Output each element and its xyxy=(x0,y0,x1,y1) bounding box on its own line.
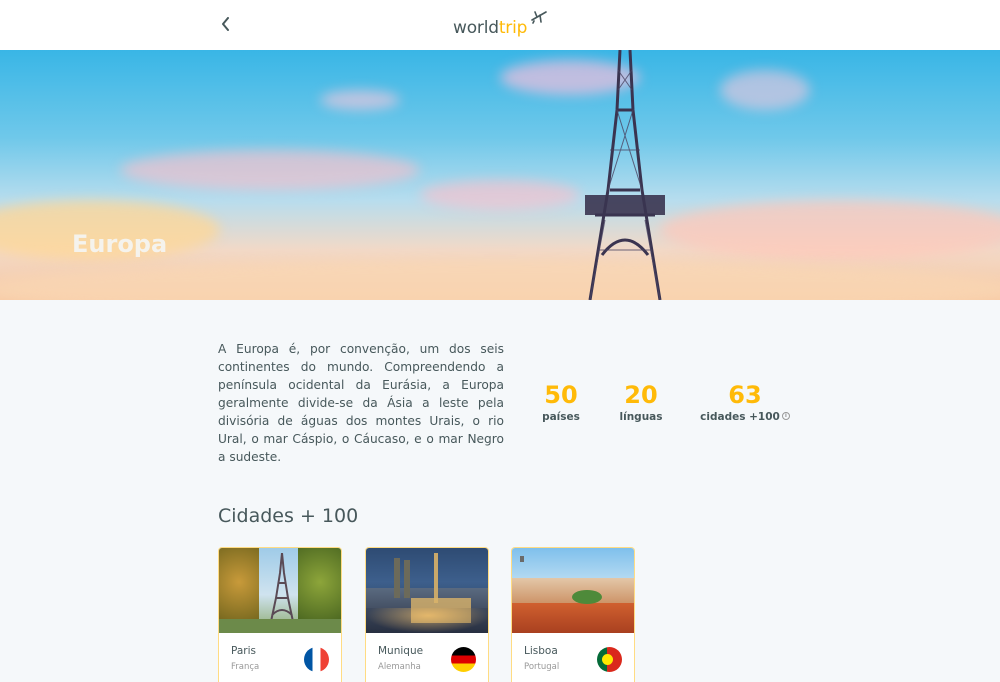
stat-value: 50 xyxy=(544,381,578,409)
stat-label: países xyxy=(542,411,580,423)
city-card-munique[interactable]: Munique Alemanha xyxy=(365,547,489,682)
worldtrip-logo[interactable]: worldtrip xyxy=(453,10,549,40)
logo-text: worldtrip xyxy=(453,18,528,38)
stat-countries: 50 países xyxy=(541,380,581,424)
stat-value: 63 xyxy=(728,381,762,409)
chevron-left-icon xyxy=(222,17,229,31)
portugal-flag-icon xyxy=(597,647,622,672)
continent-description: A Europa é, por convenção, um dos seis c… xyxy=(218,342,504,464)
cities-heading: Cidades + 100 xyxy=(218,505,359,527)
stat-languages: 20 línguas xyxy=(616,380,666,424)
card-body: Paris França xyxy=(219,633,341,682)
header: worldtrip xyxy=(0,0,1000,50)
city-image xyxy=(512,548,634,633)
france-flag-icon xyxy=(304,647,329,672)
stat-label: cidades +100 i xyxy=(700,410,790,424)
continent-title: Europa xyxy=(72,230,168,258)
stat-value: 20 xyxy=(624,381,658,409)
card-body: Lisboa Portugal xyxy=(512,633,634,682)
continent-banner: Europa xyxy=(0,50,1000,300)
city-image xyxy=(219,548,341,633)
back-button[interactable] xyxy=(214,12,238,36)
stat-label: línguas xyxy=(619,411,663,423)
city-card-lisboa[interactable]: Lisboa Portugal xyxy=(511,547,635,682)
card-body: Munique Alemanha xyxy=(366,633,488,682)
airplane-icon xyxy=(531,11,547,24)
germany-flag-icon xyxy=(451,647,476,672)
stat-cities: 63 cidades +100 i xyxy=(700,380,790,424)
eiffel-tower-image xyxy=(585,50,665,300)
city-card-paris[interactable]: Paris França xyxy=(218,547,342,682)
city-image xyxy=(366,548,488,633)
info-icon[interactable]: i xyxy=(781,412,790,420)
